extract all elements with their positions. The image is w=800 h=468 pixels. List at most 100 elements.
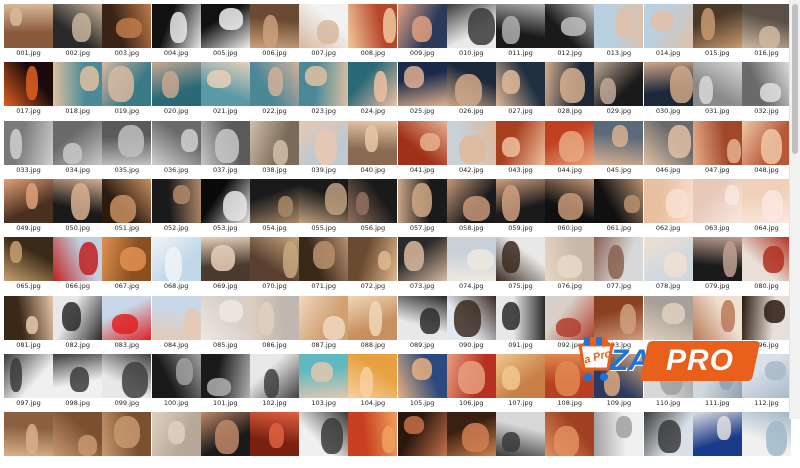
file-thumbnail-tile[interactable]: 072.jpg <box>348 237 398 293</box>
file-thumbnail-tile[interactable]: 081.jpg <box>4 295 53 352</box>
file-thumbnail-tile[interactable]: 051.jpg <box>102 178 152 235</box>
file-thumbnail-tile[interactable]: 107.jpg <box>496 353 545 410</box>
file-thumbnail-tile[interactable]: 001.jpg <box>4 4 53 60</box>
file-thumbnail-tile[interactable]: 083.jpg <box>102 295 152 352</box>
file-thumbnail-tile[interactable]: 038.jpg <box>250 120 299 177</box>
scrollbar-thumb[interactable] <box>792 4 798 154</box>
file-thumbnail-tile[interactable]: 079.jpg <box>692 237 742 293</box>
file-thumbnail-tile[interactable]: 035.jpg <box>102 120 152 177</box>
file-thumbnail-tile[interactable]: 075.jpg <box>496 237 545 293</box>
file-thumbnail-tile[interactable]: 074.jpg <box>446 237 496 293</box>
file-thumbnail-tile[interactable]: 022.jpg <box>250 62 299 118</box>
file-thumbnail-tile[interactable]: 105.jpg <box>397 353 447 410</box>
file-thumbnail-tile[interactable]: 060.jpg <box>545 178 595 235</box>
file-thumbnail-tile[interactable]: 031.jpg <box>692 62 742 118</box>
file-thumbnail-tile[interactable]: 050.jpg <box>53 178 103 235</box>
file-thumbnail-tile[interactable]: 017.jpg <box>4 62 53 118</box>
file-thumbnail-tile[interactable]: 020.jpg <box>151 62 201 118</box>
file-thumbnail-tile[interactable]: 101.jpg <box>200 353 250 410</box>
file-thumbnail-tile[interactable] <box>496 412 545 468</box>
file-thumbnail-tile[interactable]: 084.jpg <box>151 295 201 352</box>
file-thumbnail-tile[interactable]: 030.jpg <box>643 62 693 118</box>
file-thumbnail-tile[interactable]: 012.jpg <box>545 4 595 60</box>
file-thumbnail-tile[interactable]: 063.jpg <box>692 178 742 235</box>
file-thumbnail-tile[interactable]: 016.jpg <box>742 4 791 60</box>
file-thumbnail-tile[interactable]: 034.jpg <box>53 120 103 177</box>
file-thumbnail-tile[interactable]: 052.jpg <box>151 178 201 235</box>
file-thumbnail-tile[interactable]: 019.jpg <box>102 62 152 118</box>
file-thumbnail-tile[interactable]: 088.jpg <box>348 295 398 352</box>
file-thumbnail-tile[interactable] <box>446 412 496 468</box>
file-thumbnail-tile[interactable]: 054.jpg <box>250 178 299 235</box>
file-thumbnail-tile[interactable]: 048.jpg <box>742 120 791 177</box>
file-thumbnail-tile[interactable]: 100.jpg <box>151 353 201 410</box>
file-thumbnail-tile[interactable]: 086.jpg <box>250 295 299 352</box>
file-thumbnail-tile[interactable]: 013.jpg <box>594 4 644 60</box>
file-thumbnail-tile[interactable]: 073.jpg <box>397 237 447 293</box>
file-thumbnail-tile[interactable]: 065.jpg <box>4 237 53 293</box>
file-thumbnail-tile[interactable]: 041.jpg <box>397 120 447 177</box>
file-thumbnail-tile[interactable]: 004.jpg <box>151 4 201 60</box>
file-thumbnail-tile[interactable]: 033.jpg <box>4 120 53 177</box>
file-thumbnail-tile[interactable]: 067.jpg <box>102 237 152 293</box>
file-thumbnail-tile[interactable]: 009.jpg <box>397 4 447 60</box>
file-thumbnail-tile[interactable] <box>692 412 742 468</box>
file-thumbnail-tile[interactable]: 098.jpg <box>53 353 103 410</box>
file-thumbnail-tile[interactable]: 091.jpg <box>496 295 545 352</box>
file-thumbnail-tile[interactable]: 007.jpg <box>299 4 349 60</box>
file-thumbnail-tile[interactable]: 056.jpg <box>348 178 398 235</box>
file-thumbnail-tile[interactable]: 061.jpg <box>594 178 644 235</box>
file-thumbnail-tile[interactable]: 029.jpg <box>594 62 644 118</box>
file-thumbnail-tile[interactable] <box>299 412 349 468</box>
file-thumbnail-tile[interactable]: 045.jpg <box>594 120 644 177</box>
file-thumbnail-tile[interactable]: 021.jpg <box>200 62 250 118</box>
file-thumbnail-tile[interactable]: 069.jpg <box>200 237 250 293</box>
file-thumbnail-tile[interactable]: 010.jpg <box>446 4 496 60</box>
file-thumbnail-tile[interactable]: 028.jpg <box>545 62 595 118</box>
file-thumbnail-tile[interactable]: 082.jpg <box>53 295 103 352</box>
file-thumbnail-tile[interactable]: 106.jpg <box>446 353 496 410</box>
file-thumbnail-tile[interactable]: 018.jpg <box>53 62 103 118</box>
file-thumbnail-tile[interactable] <box>53 412 103 468</box>
file-thumbnail-tile[interactable]: 002.jpg <box>53 4 103 60</box>
file-thumbnail-tile[interactable] <box>594 412 644 468</box>
file-thumbnail-tile[interactable]: 044.jpg <box>545 120 595 177</box>
file-thumbnail-tile[interactable]: 024.jpg <box>348 62 398 118</box>
file-thumbnail-tile[interactable]: 006.jpg <box>250 4 299 60</box>
file-thumbnail-tile[interactable] <box>643 412 693 468</box>
file-thumbnail-tile[interactable]: 089.jpg <box>397 295 447 352</box>
file-thumbnail-tile[interactable]: 027.jpg <box>496 62 545 118</box>
file-thumbnail-tile[interactable]: 046.jpg <box>643 120 693 177</box>
file-thumbnail-tile[interactable]: 053.jpg <box>200 178 250 235</box>
file-thumbnail-tile[interactable] <box>545 412 595 468</box>
file-thumbnail-tile[interactable]: 043.jpg <box>496 120 545 177</box>
file-thumbnail-tile[interactable] <box>151 412 201 468</box>
file-thumbnail-tile[interactable]: 062.jpg <box>643 178 693 235</box>
file-thumbnail-tile[interactable]: 039.jpg <box>299 120 349 177</box>
file-thumbnail-tile[interactable]: 078.jpg <box>643 237 693 293</box>
file-thumbnail-tile[interactable]: 068.jpg <box>151 237 201 293</box>
file-thumbnail-tile[interactable]: 005.jpg <box>200 4 250 60</box>
file-thumbnail-tile[interactable]: 071.jpg <box>299 237 349 293</box>
file-thumbnail-tile[interactable]: 047.jpg <box>692 120 742 177</box>
file-thumbnail-tile[interactable]: 076.jpg <box>545 237 595 293</box>
file-thumbnail-tile[interactable]: 097.jpg <box>4 353 53 410</box>
file-thumbnail-tile[interactable]: 026.jpg <box>446 62 496 118</box>
file-thumbnail-tile[interactable]: 077.jpg <box>594 237 644 293</box>
file-thumbnail-tile[interactable] <box>200 412 250 468</box>
file-thumbnail-tile[interactable]: 104.jpg <box>348 353 398 410</box>
file-thumbnail-tile[interactable] <box>4 412 53 468</box>
file-thumbnail-tile[interactable]: 055.jpg <box>299 178 349 235</box>
file-thumbnail-tile[interactable]: 032.jpg <box>742 62 791 118</box>
file-thumbnail-tile[interactable]: 103.jpg <box>299 353 349 410</box>
file-thumbnail-tile[interactable] <box>397 412 447 468</box>
file-thumbnail-tile[interactable]: 037.jpg <box>200 120 250 177</box>
file-thumbnail-tile[interactable]: 014.jpg <box>643 4 693 60</box>
file-thumbnail-tile[interactable]: 058.jpg <box>446 178 496 235</box>
file-thumbnail-tile[interactable]: 036.jpg <box>151 120 201 177</box>
file-thumbnail-tile[interactable]: 040.jpg <box>348 120 398 177</box>
file-thumbnail-tile[interactable]: 011.jpg <box>496 4 545 60</box>
file-thumbnail-tile[interactable]: 003.jpg <box>102 4 152 60</box>
file-thumbnail-tile[interactable]: 059.jpg <box>496 178 545 235</box>
file-thumbnail-tile[interactable]: 015.jpg <box>692 4 742 60</box>
